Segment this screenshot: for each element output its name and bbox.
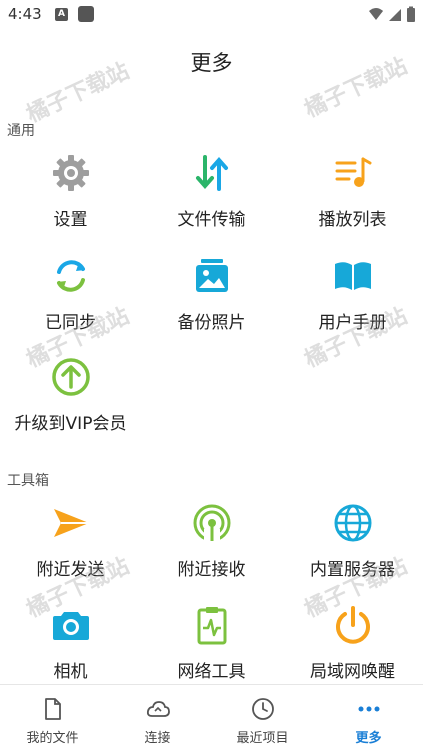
status-bar: 4:43 A [0,0,423,30]
more-dots-icon [357,697,381,721]
gear-icon [51,153,91,193]
nearby-receive-button[interactable]: 附近接收 [141,503,282,603]
synced-button[interactable]: 已同步 [0,256,141,356]
transfer-arrows-icon [192,153,232,193]
nav-more[interactable]: 更多 [316,685,421,752]
camera-icon [51,605,91,645]
user-manual-label: 用户手册 [318,313,387,333]
upgrade-arrow-icon [51,357,91,397]
notification-square-icon [78,6,94,22]
file-transfer-label: 文件传输 [177,210,246,230]
photo-backup-icon [192,256,232,296]
backup-photos-button[interactable]: 备份照片 [141,256,282,356]
section-title-tools: 工具箱 [7,473,49,489]
builtin-server-label: 内置服务器 [310,560,395,580]
globe-icon [333,503,373,543]
nav-connect[interactable]: 连接 [105,685,210,752]
notification-a-icon: A [55,8,68,21]
nearby-send-button[interactable]: 附近发送 [0,503,141,603]
upgrade-vip-label: 升级到VIP会员 [14,414,127,434]
nearby-receive-label: 附近接收 [177,560,246,580]
clock-icon [251,697,275,721]
receive-signal-icon [192,503,232,543]
nav-recent[interactable]: 最近项目 [210,685,315,752]
cloud-icon [146,697,170,721]
book-icon [333,256,373,296]
nav-my-files-label: 我的文件 [26,731,79,746]
settings-button[interactable]: 设置 [0,153,141,253]
power-icon [333,605,373,645]
synced-label: 已同步 [45,313,96,333]
nav-connect-label: 连接 [144,731,171,746]
nav-more-label: 更多 [355,731,382,746]
file-transfer-button[interactable]: 文件传输 [141,153,282,253]
send-icon [51,503,91,543]
upgrade-vip-button[interactable]: 升级到VIP会员 [0,357,141,457]
status-right-icons [367,6,417,28]
clipboard-pulse-icon [192,605,232,645]
status-time: 4:43 [8,5,42,23]
builtin-server-button[interactable]: 内置服务器 [282,503,423,603]
user-manual-button[interactable]: 用户手册 [282,256,423,356]
settings-label: 设置 [53,210,88,230]
file-icon [41,697,65,721]
backup-photos-label: 备份照片 [177,313,246,333]
playlist-button[interactable]: 播放列表 [282,153,423,253]
sync-icon [51,256,91,296]
playlist-icon [333,153,373,193]
section-title-general: 通用 [7,123,35,139]
nav-recent-label: 最近项目 [236,731,289,746]
wifi-signal-battery-icon [369,6,415,22]
nearby-send-label: 附近发送 [36,560,105,580]
lan-wake-label: 局域网唤醒 [310,662,395,682]
page-title: 更多 [190,51,233,75]
nav-my-files[interactable]: 我的文件 [0,685,105,752]
playlist-label: 播放列表 [318,210,387,230]
camera-label: 相机 [53,662,88,682]
bottom-nav: 我的文件 连接 最近项目 更多 [0,684,423,752]
network-tools-label: 网络工具 [177,662,246,682]
